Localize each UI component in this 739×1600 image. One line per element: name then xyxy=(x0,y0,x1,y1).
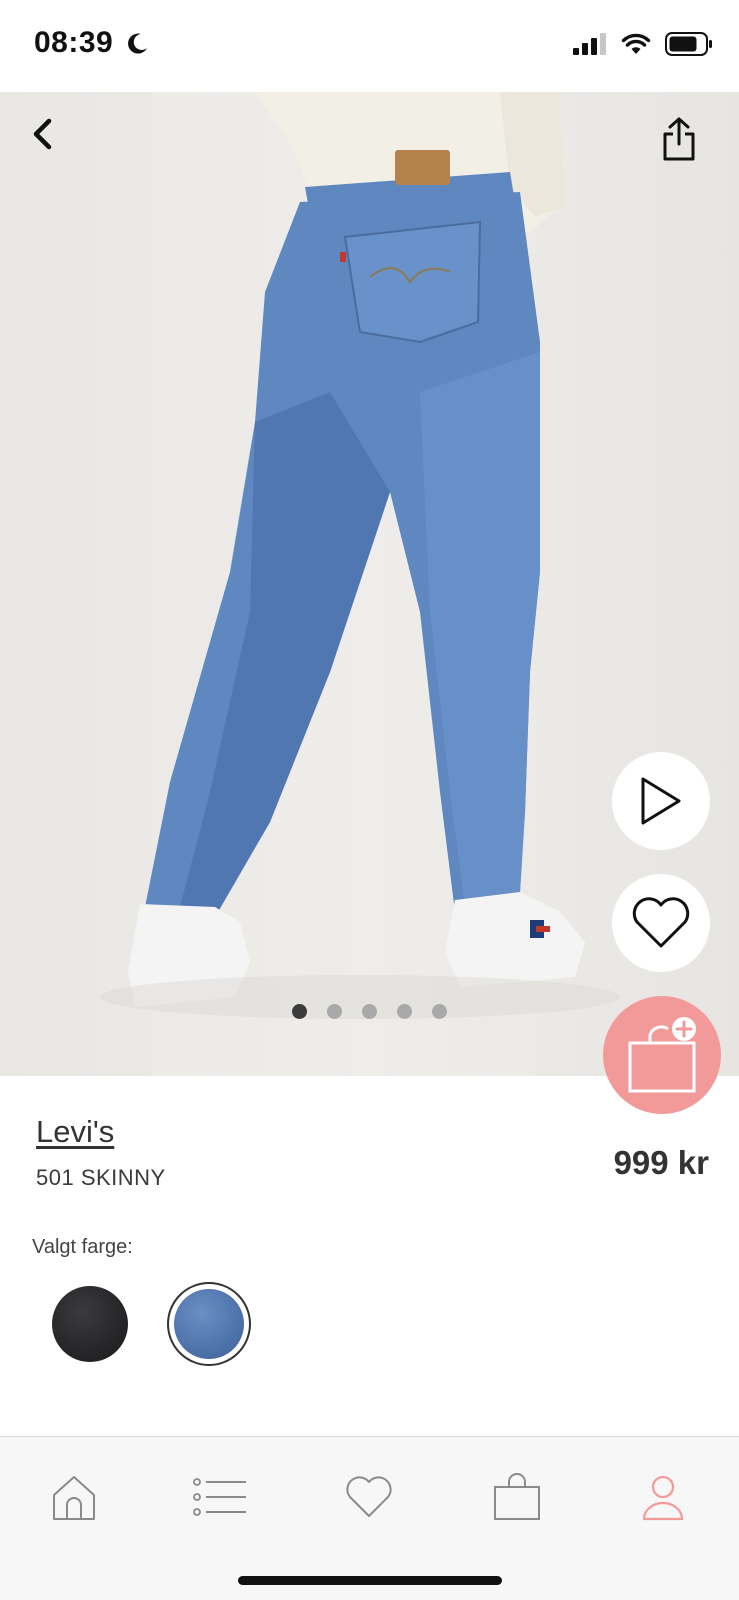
tab-profile[interactable] xyxy=(631,1465,695,1529)
color-swatch-blue-fill xyxy=(174,1289,244,1359)
heart-icon xyxy=(346,1476,392,1517)
wifi-icon xyxy=(621,33,651,54)
play-icon xyxy=(641,777,681,825)
cellular-signal-icon xyxy=(573,33,606,55)
play-video-button[interactable] xyxy=(612,752,710,850)
chevron-left-icon xyxy=(33,118,52,150)
profile-icon xyxy=(642,1475,684,1521)
moon-icon xyxy=(128,33,147,54)
home-indicator xyxy=(238,1576,502,1585)
carousel-dot-active[interactable] xyxy=(292,1004,307,1019)
home-icon xyxy=(53,1476,95,1520)
status-indicators xyxy=(573,32,713,56)
battery-icon xyxy=(665,32,712,56)
tab-favorites[interactable] xyxy=(337,1465,401,1529)
status-time: 08:39 xyxy=(34,26,114,59)
carousel-dot[interactable] xyxy=(362,1004,377,1019)
carousel-dot[interactable] xyxy=(432,1004,447,1019)
tab-home[interactable] xyxy=(42,1465,106,1529)
share-button[interactable] xyxy=(661,116,705,166)
back-button[interactable] xyxy=(20,112,64,156)
share-icon xyxy=(663,117,695,161)
color-swatch-blue-selected[interactable] xyxy=(167,1282,251,1366)
carousel-dot[interactable] xyxy=(327,1004,342,1019)
tab-bag[interactable] xyxy=(485,1465,549,1529)
selected-color-label: Valgt farge: xyxy=(32,1236,133,1258)
status-bar: 08:39 xyxy=(0,0,739,92)
add-to-bag-icon xyxy=(628,1017,696,1093)
tab-categories[interactable] xyxy=(188,1465,252,1529)
carousel-dot[interactable] xyxy=(397,1004,412,1019)
bag-icon xyxy=(494,1473,540,1520)
list-icon xyxy=(193,1478,246,1516)
product-name: 501 SKINNY xyxy=(36,1165,166,1190)
favorite-button[interactable] xyxy=(612,874,710,972)
add-to-bag-button[interactable] xyxy=(603,996,721,1114)
heart-icon xyxy=(632,897,690,948)
product-price: 999 kr xyxy=(613,1144,709,1181)
carousel-indicator xyxy=(292,1004,447,1019)
color-swatch-black[interactable] xyxy=(52,1286,128,1362)
brand-link[interactable]: Levi's xyxy=(36,1114,114,1150)
